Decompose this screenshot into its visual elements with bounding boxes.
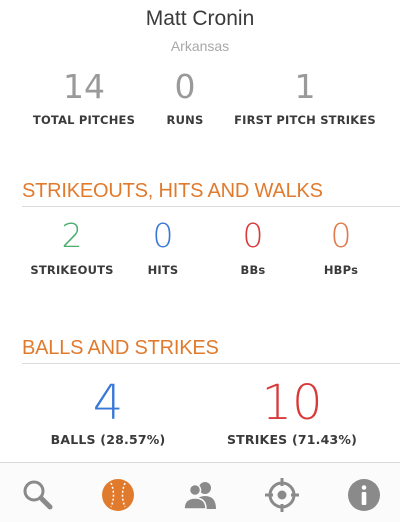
tab-search[interactable]: [20, 477, 56, 513]
stat-value: 0: [174, 67, 196, 106]
stat-value: 2: [61, 216, 83, 255]
stat-value: 4: [92, 375, 124, 431]
tab-bar: [0, 462, 400, 522]
stat-hits: 0 HITS: [128, 219, 198, 277]
stat-label: FIRST PITCH STRIKES: [234, 113, 376, 127]
stat-first-pitch-strikes: 1 FIRST PITCH STRIKES: [225, 70, 385, 127]
search-icon: [23, 480, 53, 510]
tab-info[interactable]: [346, 477, 382, 513]
player-name: Matt Cronin: [145, 7, 255, 30]
stat-balls: 4 BALLS (28.57%): [28, 379, 188, 447]
crosshair-icon: [265, 478, 299, 512]
stat-value: 0: [242, 216, 264, 255]
stat-total-pitches: 14 TOTAL PITCHES: [14, 70, 154, 127]
stat-value: 0: [330, 216, 352, 255]
stat-value: 1: [294, 67, 316, 106]
stat-label: HBPs: [323, 263, 359, 277]
tab-pitching[interactable]: [100, 477, 136, 513]
stat-strikes: 10 STRIKES (71.43%): [206, 379, 378, 447]
players-icon: [183, 482, 216, 510]
stat-value: 10: [261, 375, 323, 431]
tab-players[interactable]: [182, 477, 218, 513]
section-title-balls-strikes: BALLS AND STRIKES: [22, 337, 219, 359]
stat-label: RUNS: [166, 113, 204, 127]
section-divider: [22, 363, 400, 364]
section-title-strikeouts-hits-walks: STRIKEOUTS, HITS AND WALKS: [22, 180, 323, 202]
stat-label: BBs: [240, 263, 266, 277]
stat-strikeouts: 2 STRIKEOUTS: [22, 219, 122, 277]
tab-location[interactable]: [264, 477, 300, 513]
stat-label: HITS: [147, 263, 179, 277]
stat-bbs: 0 BBs: [218, 219, 288, 277]
info-icon: [348, 479, 380, 511]
stat-hbps: 0 HBPs: [306, 219, 376, 277]
stat-runs: 0 RUNS: [150, 70, 220, 127]
stat-label: BALLS (28.57%): [50, 432, 166, 447]
stat-value: 0: [152, 216, 174, 255]
stat-label: TOTAL PITCHES: [32, 113, 136, 127]
player-team: Arkansas: [170, 38, 230, 54]
section-divider: [22, 206, 400, 207]
stat-label: STRIKEOUTS: [30, 263, 114, 277]
stat-label: STRIKES (71.43%): [226, 432, 358, 447]
baseball-icon: [102, 479, 134, 511]
stat-value: 14: [63, 67, 105, 106]
